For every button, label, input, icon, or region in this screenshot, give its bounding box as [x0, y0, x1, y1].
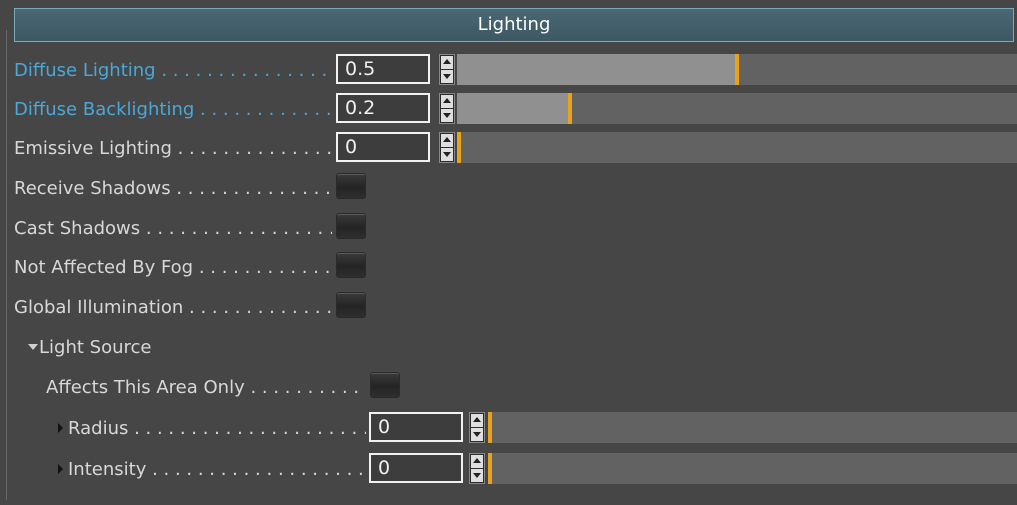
panel-title[interactable]: Lighting	[14, 8, 1014, 42]
intensity-row: Intensity . . . . . . . . . . . . . . . …	[0, 452, 1017, 486]
not-affected-by-fog-toggle[interactable]	[336, 252, 366, 278]
global-illumination-row: Global Illumination . . . . . . . . . . …	[0, 290, 1017, 324]
emissive-lighting-row: Emissive Lighting . . . . . . . . . . . …	[0, 131, 1017, 165]
radius-slider[interactable]	[488, 412, 1017, 443]
diffuse-backlighting-field[interactable]	[336, 93, 430, 123]
intensity-slider[interactable]	[488, 453, 1017, 484]
spinner-down-icon[interactable]	[441, 109, 453, 122]
affects-this-area-only-row: Affects This Area Only . . . . . . . . .…	[0, 370, 1017, 404]
slider-handle[interactable]	[568, 93, 572, 124]
diffuse-lighting-slider[interactable]	[457, 54, 1017, 85]
intensity-field[interactable]	[369, 453, 463, 483]
spinner-up-icon[interactable]	[441, 134, 453, 147]
diffuse-lighting-spinner[interactable]	[439, 54, 455, 85]
intensity-label: Intensity . . . . . . . . . . . . . . . …	[68, 459, 366, 480]
spinner-down-icon[interactable]	[471, 469, 483, 482]
radius-spinner[interactable]	[469, 412, 485, 443]
spinner-up-icon[interactable]	[471, 414, 483, 427]
spinner-up-icon[interactable]	[441, 95, 453, 108]
diffuse-lighting-label: Diffuse Lighting . . . . . . . . . . . .…	[14, 60, 332, 81]
diffuse-backlighting-label: Diffuse Backlighting . . . . . . . . . .…	[14, 99, 332, 120]
diffuse-backlighting-slider[interactable]	[457, 93, 1017, 124]
affects-this-area-only-toggle[interactable]	[370, 372, 400, 398]
receive-shadows-toggle[interactable]	[336, 173, 366, 199]
collapsed-arrow-icon[interactable]	[58, 423, 63, 433]
diffuse-lighting-row: Diffuse Lighting . . . . . . . . . . . .…	[0, 53, 1017, 87]
spinner-up-icon[interactable]	[441, 56, 453, 69]
not-affected-by-fog-row: Not Affected By Fog . . . . . . . . . . …	[0, 250, 1017, 284]
cast-shadows-row: Cast Shadows . . . . . . . . . . . . . .…	[0, 211, 1017, 245]
expand-arrow-icon[interactable]	[28, 344, 38, 350]
slider-handle[interactable]	[735, 54, 739, 85]
slider-handle[interactable]	[488, 412, 492, 443]
intensity-spinner[interactable]	[469, 453, 485, 484]
slider-fill	[457, 54, 735, 85]
global-illumination-toggle[interactable]	[336, 292, 366, 318]
slider-fill	[457, 93, 568, 124]
radius-field[interactable]	[369, 412, 463, 442]
spinner-down-icon[interactable]	[471, 428, 483, 441]
light-source-label[interactable]: Light Source	[39, 336, 239, 360]
radius-label: Radius . . . . . . . . . . . . . . . . .…	[68, 418, 366, 439]
receive-shadows-label: Receive Shadows . . . . . . . . . . . . …	[14, 178, 332, 199]
spinner-up-icon[interactable]	[471, 455, 483, 468]
receive-shadows-row: Receive Shadows . . . . . . . . . . . . …	[0, 171, 1017, 205]
affects-this-area-only-label: Affects This Area Only . . . . . . . . .…	[46, 377, 366, 398]
emissive-lighting-slider[interactable]	[457, 132, 1017, 163]
light-source-group[interactable]: Light Source	[0, 330, 1017, 364]
cast-shadows-label: Cast Shadows . . . . . . . . . . . . . .…	[14, 218, 332, 239]
emissive-lighting-label: Emissive Lighting . . . . . . . . . . . …	[14, 138, 332, 159]
slider-handle[interactable]	[488, 453, 492, 484]
not-affected-by-fog-label: Not Affected By Fog . . . . . . . . . . …	[14, 257, 332, 278]
emissive-lighting-field[interactable]	[336, 132, 430, 162]
collapsed-arrow-icon[interactable]	[58, 464, 63, 474]
spinner-down-icon[interactable]	[441, 70, 453, 83]
slider-handle[interactable]	[457, 132, 461, 163]
emissive-lighting-spinner[interactable]	[439, 132, 455, 163]
diffuse-backlighting-row: Diffuse Backlighting . . . . . . . . . .…	[0, 92, 1017, 126]
diffuse-lighting-field[interactable]	[336, 54, 430, 84]
lighting-panel: Lighting Diffuse Lighting . . . . . . . …	[0, 0, 1017, 505]
radius-row: Radius . . . . . . . . . . . . . . . . .…	[0, 411, 1017, 445]
diffuse-backlighting-spinner[interactable]	[439, 93, 455, 124]
spinner-down-icon[interactable]	[441, 148, 453, 161]
cast-shadows-toggle[interactable]	[336, 213, 366, 239]
global-illumination-label: Global Illumination . . . . . . . . . . …	[14, 297, 332, 318]
